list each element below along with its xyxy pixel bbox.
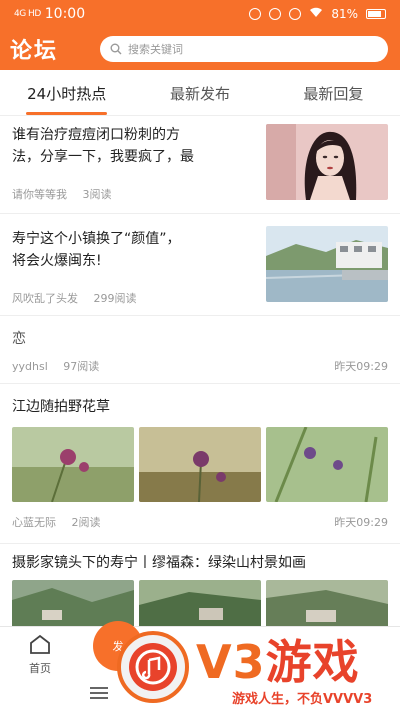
app-root: 4G HD 10:00 81% 论坛 搜索关键词 24小时热点 最新发布 最新回… — [0, 0, 400, 711]
tab-24h-hot[interactable]: 24小时热点 — [0, 70, 133, 115]
tab-latest-replies[interactable]: 最新回复 — [267, 70, 400, 115]
status-icons: 81% — [249, 7, 386, 21]
post-title-line: 谁有治疗痘痘闭口粉刺的方 — [12, 127, 180, 143]
post-author: 请你等等我 — [12, 188, 67, 201]
battery-icon — [366, 9, 386, 19]
post-author: 风吹乱了头发 — [12, 292, 78, 305]
app-header: 论坛 搜索关键词 — [0, 28, 400, 70]
post-thumbnail — [266, 124, 388, 200]
post-title: 恋 — [12, 331, 26, 347]
watermark-brand: V3游戏 — [196, 626, 360, 692]
v3-logo-icon — [117, 631, 189, 703]
post-image — [266, 427, 388, 502]
post-reads: 97阅读 — [63, 360, 100, 373]
post-author: yydhsl — [12, 360, 48, 373]
nav-home[interactable]: 首页 — [18, 633, 62, 676]
watermark-brand-cn: 游戏 — [265, 635, 360, 689]
post-reads: 299阅读 — [93, 292, 137, 305]
tab-bar: 24小时热点 最新发布 最新回复 — [0, 70, 400, 116]
mute-icon — [289, 8, 302, 20]
tab-latest-posts[interactable]: 最新发布 — [133, 70, 266, 115]
post-image — [12, 427, 134, 502]
status-bar: 4G HD 10:00 81% — [0, 0, 400, 28]
nav-home-label: 首页 — [29, 662, 51, 675]
post-title: 谁有治疗痘痘闭口粉刺的方 法，分享一下，我要疯了，最 — [12, 124, 262, 168]
post-item[interactable]: 谁有治疗痘痘闭口粉刺的方 法，分享一下，我要疯了，最 请你等等我 3阅读 — [0, 116, 400, 214]
post-title-line: 法，分享一下，我要疯了，最 — [12, 149, 194, 165]
post-time: 昨天09:29 — [334, 360, 388, 373]
alarm-icon — [269, 8, 282, 20]
menu-icon[interactable] — [90, 687, 108, 702]
post-author: 心蓝无际 — [12, 516, 56, 529]
post-title-line: 寿宁这个小镇换了“颜值”， — [12, 231, 181, 247]
post-image-row — [0, 427, 400, 502]
search-placeholder: 搜索关键词 — [128, 43, 183, 56]
post-thumbnail — [266, 226, 388, 302]
post-meta: yydhsl 97阅读 — [12, 358, 111, 374]
post-item[interactable]: 寿宁这个小镇换了“颜值”， 将会火爆闽东! 风吹乱了头发 299阅读 — [0, 214, 400, 316]
battery-percent: 81% — [331, 7, 358, 21]
post-image — [139, 427, 261, 502]
post-title: 摄影家镜头下的寿宁丨缪福森：绿染山村景如画 — [12, 555, 306, 571]
post-reads: 3阅读 — [82, 188, 112, 201]
post-meta: 请你等等我 3阅读 — [12, 186, 124, 202]
post-item[interactable]: 摄影家镜头下的寿宁丨缪福森：绿染山村景如画 — [0, 544, 400, 626]
post-item[interactable]: 恋 yydhsl 97阅读 昨天09:29 — [0, 316, 400, 384]
post-title: 寿宁这个小镇换了“颜值”， 将会火爆闽东! — [12, 228, 262, 272]
post-reads: 2阅读 — [71, 516, 101, 529]
post-item[interactable]: 江边随拍野花草 心蓝无际 2阅读 昨天09:29 — [0, 384, 400, 544]
wifi-icon — [309, 7, 323, 21]
post-time: 昨天09:29 — [334, 516, 388, 529]
search-icon — [110, 43, 122, 55]
home-icon — [30, 634, 50, 654]
headphone-icon — [249, 8, 262, 20]
watermark-brand-v3: V3 — [196, 635, 266, 689]
post-feed: 谁有治疗痘痘闭口粉刺的方 法，分享一下，我要疯了，最 请你等等我 3阅读 寿宁这… — [0, 116, 400, 626]
status-time: 10:00 — [44, 6, 86, 22]
signal-indicator: 4G HD — [14, 8, 41, 19]
post-meta: 风吹乱了头发 299阅读 — [12, 290, 149, 306]
post-title: 江边随拍野花草 — [12, 399, 110, 415]
search-input[interactable]: 搜索关键词 — [100, 36, 388, 62]
page-title: 论坛 — [10, 39, 59, 64]
watermark: V3游戏 游戏人生，不负VVVV3 — [116, 616, 400, 711]
watermark-slogan: 游戏人生，不负VVVV3 — [232, 692, 373, 707]
post-title-line: 将会火爆闽东! — [12, 253, 102, 269]
post-meta: 心蓝无际 2阅读 — [12, 514, 113, 530]
